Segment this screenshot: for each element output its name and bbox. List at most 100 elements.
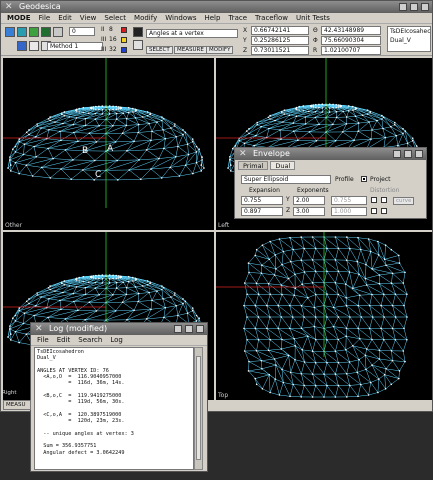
extra-tool-icon[interactable]	[53, 27, 63, 37]
z-coord-label: Z	[243, 47, 248, 54]
blue-color-swatch[interactable]	[121, 47, 127, 53]
reset-view-icon[interactable]	[17, 41, 27, 51]
yellow-color-swatch[interactable]	[121, 37, 127, 43]
exponent-y-field[interactable]: 2.00	[293, 196, 325, 205]
log-window: ✕ Log (modified) File Edit Search Log Ts…	[30, 322, 208, 472]
main-titlebar[interactable]: ✕ Geodesica	[1, 1, 432, 13]
close-button[interactable]	[421, 3, 429, 11]
x-coord-label: X	[243, 27, 248, 34]
log-titlebar[interactable]: ✕ Log (modified)	[31, 323, 207, 335]
envelope-close-button[interactable]	[415, 150, 423, 158]
measure-taskbar-tab[interactable]: MEASU	[3, 400, 31, 410]
level-label: III	[101, 36, 107, 43]
shape-select[interactable]: Super Ellipsoid	[241, 175, 331, 184]
angle-a-field[interactable]: 42.43148989	[321, 26, 381, 35]
envelope-maximize-button[interactable]	[404, 150, 412, 158]
z-coord-field[interactable]: 0.73011521	[251, 46, 309, 55]
expansion-y-field[interactable]: 0.755	[241, 196, 283, 205]
envelope-titlebar[interactable]: ✕ Envelope	[235, 148, 426, 160]
menu-help[interactable]: Help	[204, 13, 220, 23]
object-list-item[interactable]: TsDEIcosahec	[390, 27, 430, 36]
tab-dual[interactable]: Dual	[270, 161, 296, 170]
level-label: III	[101, 46, 107, 53]
radius-field[interactable]: 1.02100707	[321, 46, 381, 55]
viewport-top[interactable]: Top	[216, 232, 432, 400]
menu-select[interactable]: Select	[104, 13, 126, 23]
modify-mode-button[interactable]: MODIFY	[206, 46, 234, 54]
y-coord-field[interactable]: 0.25286125	[251, 36, 309, 45]
menu-view[interactable]: View	[80, 13, 97, 23]
log-close-button[interactable]	[196, 325, 204, 333]
menu-windows[interactable]: Windows	[165, 13, 196, 23]
distortion-a-checkbox[interactable]	[371, 197, 377, 203]
expansion-label: Expansion	[249, 187, 280, 194]
vertex-label-a: A	[107, 144, 114, 154]
level-label: II	[101, 26, 105, 33]
red-color-swatch[interactable]	[121, 27, 127, 33]
exponent-z-field[interactable]: 3.00	[293, 207, 325, 216]
angle-b-label: Φ	[313, 37, 318, 44]
x-coord-field[interactable]: 0.66742141	[251, 26, 309, 35]
log-text-area[interactable]: TsDEIcosahedron Dual_V ANGLES AT VERTEX I…	[34, 347, 194, 470]
viewport-label: Top	[218, 392, 229, 399]
distortion-b-checkbox[interactable]	[371, 208, 377, 214]
project-checkbox[interactable]	[361, 176, 367, 182]
shape-tool-icon[interactable]	[5, 27, 15, 37]
back-arrow-icon[interactable]	[133, 27, 143, 37]
menu-unit-tests[interactable]: Unit Tests	[296, 13, 330, 23]
measure-mode-button[interactable]: MEASURE	[174, 46, 207, 54]
select-mode-button[interactable]: SELECT	[146, 46, 173, 54]
grid-tool-icon[interactable]	[29, 41, 39, 51]
log-menu-file[interactable]: File	[37, 335, 49, 345]
menu-traceflow[interactable]: Traceflow	[255, 13, 288, 23]
squircle-mesh-top	[216, 232, 408, 398]
log-minimize-button[interactable]	[174, 325, 182, 333]
object-list[interactable]: TsDEIcosahec Dual_V	[387, 26, 431, 52]
menu-modify[interactable]: Modify	[134, 13, 157, 23]
menu-edit[interactable]: Edit	[58, 13, 72, 23]
y-coord-label: Y	[243, 37, 247, 44]
distortion-a-field[interactable]: 0.755	[331, 196, 367, 205]
angle-a-label: Θ	[313, 27, 318, 34]
log-scrollbar[interactable]	[194, 347, 203, 470]
envelope-x-icon: ✕	[239, 149, 247, 159]
menu-mode[interactable]: MODE	[7, 13, 31, 23]
log-line: Angular defect = 3.0642249	[37, 449, 125, 456]
log-menu-log[interactable]: Log	[110, 335, 123, 345]
pointer-icon[interactable]	[133, 40, 143, 50]
measure-select[interactable]: Angles at a vertex	[146, 29, 238, 38]
main-menubar: MODE File Edit View Select Modify Window…	[1, 13, 432, 24]
log-menu-edit[interactable]: Edit	[57, 335, 71, 345]
distortion-d-checkbox[interactable]	[381, 208, 387, 214]
envelope-minimize-button[interactable]	[393, 150, 401, 158]
mesh-tool-icon[interactable]	[29, 27, 39, 37]
viewport-other[interactable]: B A C Other	[3, 58, 214, 230]
project-label: Project	[370, 176, 391, 183]
menu-file[interactable]: File	[39, 13, 51, 23]
minimize-button[interactable]	[399, 3, 407, 11]
vertex-label-c: C	[95, 170, 102, 180]
object-list-item[interactable]: Dual_V	[390, 36, 428, 45]
log-menu-search[interactable]: Search	[78, 335, 102, 345]
app-x-icon: ✕	[5, 2, 13, 12]
distortion-b-field[interactable]: 1.000	[331, 207, 367, 216]
log-scrollbar-thumb[interactable]	[196, 356, 201, 460]
main-toolbar: 0 Method 1 II 8 III 16 III 32 Angles at …	[1, 24, 432, 56]
envelope-title: Envelope	[253, 149, 290, 158]
log-maximize-button[interactable]	[185, 325, 193, 333]
angle-b-field[interactable]: 75.66090304	[321, 36, 381, 45]
sphere-tool-icon[interactable]	[17, 27, 27, 37]
geodesic-tool-icon[interactable]	[41, 27, 51, 37]
count-field[interactable]: 0	[69, 27, 95, 36]
main-title: Geodesica	[19, 2, 61, 11]
log-x-icon: ✕	[35, 324, 43, 334]
expansion-z-field[interactable]: 0.897	[241, 207, 283, 216]
maximize-button[interactable]	[410, 3, 418, 11]
viewport-label: Other	[5, 222, 23, 229]
menu-trace[interactable]: Trace	[228, 13, 247, 23]
method-select[interactable]: Method 1	[47, 42, 103, 51]
tab-primal[interactable]: Primal	[238, 161, 269, 170]
viewport-label: Left	[218, 222, 230, 229]
curve-button[interactable]: curve	[393, 197, 415, 205]
distortion-c-checkbox[interactable]	[381, 197, 387, 203]
